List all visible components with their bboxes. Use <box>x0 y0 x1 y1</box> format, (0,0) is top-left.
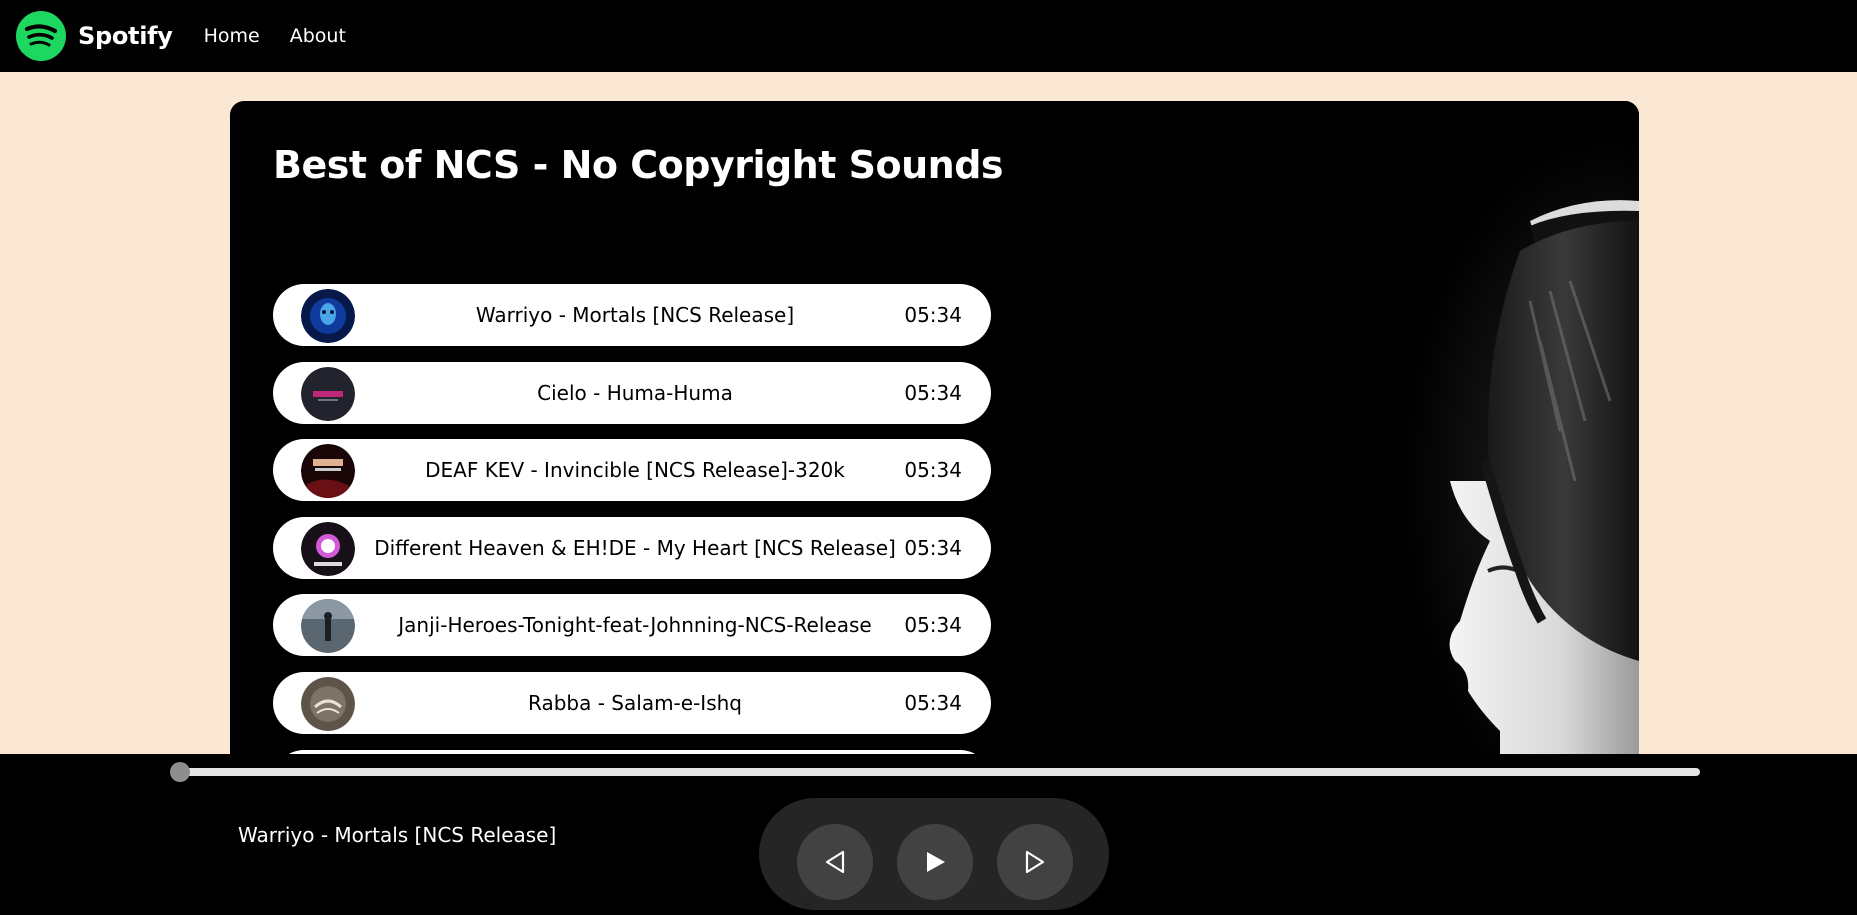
playlist-card: Best of NCS - No Copyright Sounds Warriy… <box>230 101 1639 801</box>
player-bar: Warriyo - Mortals [NCS Release] <box>0 754 1857 915</box>
song-item[interactable]: Different Heaven & EH!DE - My Heart [NCS… <box>273 516 991 579</box>
song-name: Different Heaven & EH!DE - My Heart [NCS… <box>374 535 896 560</box>
play-button[interactable] <box>897 824 973 900</box>
navbar: Spotify Home About <box>0 0 1857 72</box>
song-cover-image <box>301 521 355 576</box>
song-item[interactable]: DEAF KEV - Invincible [NCS Release]-320k… <box>273 439 991 502</box>
progress-bar[interactable] <box>174 768 1700 776</box>
previous-button[interactable] <box>797 824 873 900</box>
song-item[interactable]: Warriyo - Mortals [NCS Release] 05:34 <box>273 284 991 346</box>
playback-controls <box>759 798 1109 910</box>
song-duration: 05:34 <box>904 380 962 405</box>
play-icon <box>927 852 945 872</box>
song-duration: 05:34 <box>904 613 962 638</box>
spotify-logo-icon <box>16 11 66 61</box>
progress-thumb[interactable] <box>170 762 190 782</box>
now-playing-title: Warriyo - Mortals [NCS Release] <box>238 823 557 847</box>
song-name: DEAF KEV - Invincible [NCS Release]-320k <box>425 458 845 483</box>
brand-name: Spotify <box>78 22 173 50</box>
previous-icon <box>825 850 845 874</box>
nav-link-home[interactable]: Home <box>204 25 260 47</box>
brand-logo[interactable]: Spotify <box>16 11 173 61</box>
song-item[interactable]: Cielo - Huma-Huma 05:34 <box>273 361 991 424</box>
song-cover-image <box>301 444 355 499</box>
nav-link-about[interactable]: About <box>290 25 346 47</box>
song-name: Cielo - Huma-Huma <box>537 380 733 405</box>
song-item[interactable]: Janji-Heroes-Tonight-feat-Johnning-NCS-R… <box>273 594 991 657</box>
next-icon <box>1025 850 1045 874</box>
next-button[interactable] <box>997 824 1073 900</box>
song-duration: 05:34 <box>904 690 962 715</box>
song-name: Rabba - Salam-e-Ishq <box>528 690 742 715</box>
song-duration: 05:34 <box>904 535 962 560</box>
song-list: Warriyo - Mortals [NCS Release] 05:34 Ci… <box>273 284 991 801</box>
song-name: Janji-Heroes-Tonight-feat-Johnning-NCS-R… <box>398 613 872 638</box>
song-item[interactable]: Rabba - Salam-e-Ishq 05:34 <box>273 671 991 734</box>
song-duration: 05:34 <box>904 303 962 327</box>
song-cover-image <box>301 676 355 731</box>
song-cover-image <box>301 366 355 421</box>
song-cover-image <box>301 289 355 343</box>
song-cover-image <box>301 599 355 654</box>
playlist-title: Best of NCS - No Copyright Sounds <box>273 143 1004 187</box>
song-duration: 05:34 <box>904 458 962 483</box>
song-name: Warriyo - Mortals [NCS Release] <box>475 303 795 327</box>
